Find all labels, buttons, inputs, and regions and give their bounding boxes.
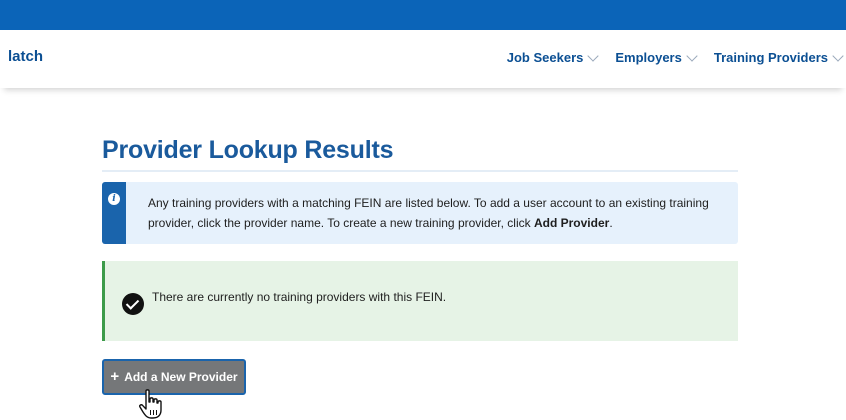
check-circle-icon: [122, 293, 144, 315]
info-text-end: .: [609, 216, 613, 230]
success-alert-text: There are currently no training provider…: [152, 290, 447, 304]
chevron-down-icon: [832, 49, 844, 62]
chevron-down-icon: [686, 49, 698, 62]
info-alert: i Any training providers with a matching…: [102, 182, 738, 244]
add-new-provider-label: Add a New Provider: [124, 370, 238, 384]
info-alert-text: Any training providers with a matching F…: [148, 193, 728, 233]
nav-job-seekers-label: Job Seekers: [506, 50, 584, 65]
top-blue-bar: [0, 0, 846, 30]
main-nav: Job Seekers Employers Training Providers: [506, 49, 844, 65]
info-text-part: Any training providers with a matching F…: [148, 196, 709, 230]
info-icon: i: [108, 193, 120, 205]
brand-logo[interactable]: latch: [8, 48, 43, 65]
page-title: Provider Lookup Results: [102, 136, 394, 164]
chevron-down-icon: [587, 49, 600, 62]
nav-training-providers-label: Training Providers: [713, 50, 828, 65]
nav-employers[interactable]: Employers: [615, 49, 698, 65]
add-new-provider-button[interactable]: + Add a New Provider: [102, 359, 246, 395]
nav-training-providers[interactable]: Training Providers: [713, 49, 844, 65]
success-alert: There are currently no training provider…: [102, 261, 738, 341]
title-divider: [102, 170, 738, 172]
hand-pointer-cursor-icon: [139, 389, 162, 419]
nav-employers-label: Employers: [615, 50, 682, 65]
info-text-bold: Add Provider: [533, 216, 610, 230]
info-alert-bar: i: [102, 182, 126, 244]
nav-job-seekers[interactable]: Job Seekers: [506, 49, 600, 65]
site-header: latch Job Seekers Employers Training Pro…: [0, 30, 846, 88]
plus-icon: +: [110, 367, 120, 385]
